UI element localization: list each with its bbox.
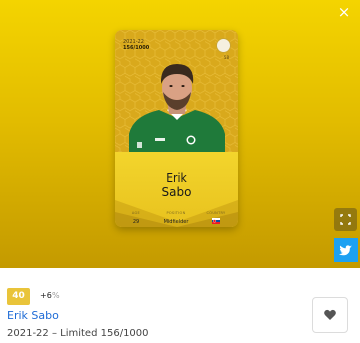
card-viewer: × 2021-22 156/1000 58 Erik Sabo AGE POSI… — [0, 0, 360, 268]
close-icon[interactable]: × — [338, 3, 351, 21]
stat-label-age: AGE — [131, 211, 141, 215]
twitter-icon[interactable] — [334, 238, 358, 262]
player-name-link[interactable]: Erik Sabo — [7, 309, 59, 323]
stat-value-age: 29 — [132, 219, 140, 225]
expand-button[interactable] — [334, 208, 357, 231]
stat-value-position: Midfielder — [163, 219, 189, 225]
card-serial: 156/1000 — [123, 45, 150, 51]
card-first-name: Erik — [166, 171, 187, 185]
expand-icon[interactable] — [334, 208, 357, 231]
club-badge-icon — [216, 38, 231, 53]
close-button[interactable]: × — [334, 2, 354, 22]
card-description: 2021-22 – Limited 156/1000 — [7, 328, 149, 339]
level-badge: 40 — [7, 288, 30, 305]
favorite-button[interactable] — [312, 297, 348, 333]
heart-icon[interactable] — [313, 298, 347, 332]
twitter-share-button[interactable] — [334, 238, 358, 262]
card-last-name: Sabo — [161, 185, 192, 199]
stat-label-country: COUNTRY — [206, 211, 226, 215]
card-badge-number: 58 — [223, 55, 229, 60]
slovakia-flag-icon — [212, 218, 220, 224]
percent-icon: % — [52, 291, 60, 300]
bonus-value: +6 — [40, 291, 52, 300]
player-card[interactable]: 2021-22 156/1000 58 Erik Sabo AGE POSITI… — [115, 30, 238, 227]
stat-label-position: POSITION — [166, 211, 186, 215]
